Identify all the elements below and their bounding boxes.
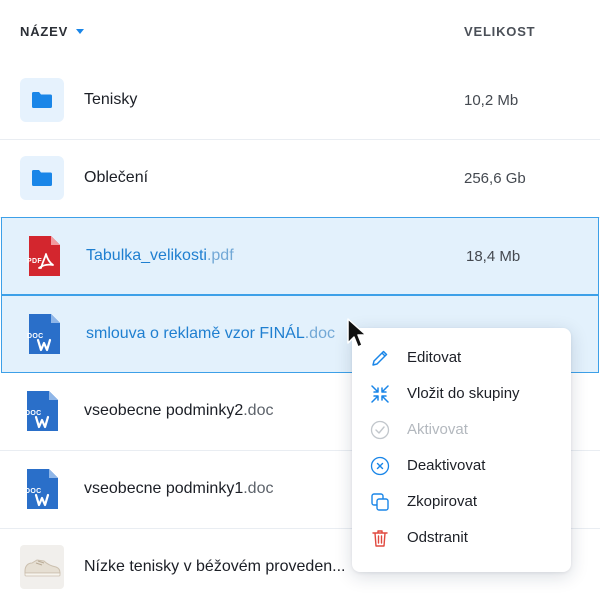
word-file-icon: DOC (22, 312, 66, 356)
file-row[interactable]: Tenisky 10,2 Mb (0, 62, 600, 140)
file-name: Tabulka_velikosti.pdf (86, 247, 234, 264)
pencil-icon (372, 350, 388, 366)
menu-item-deactivate[interactable]: Deaktivovat (352, 448, 571, 484)
menu-item-label: Odstranit (407, 529, 468, 546)
context-menu: Editovat Vložit do skupiny Aktivovat Dea… (352, 328, 571, 572)
x-circle-icon (370, 456, 390, 476)
menu-item-label: Zkopirovat (407, 493, 478, 510)
menu-item-edit[interactable]: Editovat (352, 340, 571, 376)
file-name: vseobecne podminky2.doc (84, 402, 274, 419)
group-arrows-icon (371, 385, 389, 403)
copy-icon (371, 493, 389, 511)
folder-icon (20, 156, 64, 200)
menu-item-activate[interactable]: Aktivovat (352, 412, 571, 448)
sneaker-thumbnail (20, 545, 64, 589)
menu-item-copy[interactable]: Zkopirovat (352, 484, 571, 520)
mouse-cursor-icon (347, 318, 367, 348)
menu-item-label: Deaktivovat (407, 457, 486, 474)
menu-item-label: Vložit do skupiny (407, 385, 520, 402)
doc-badge: DOC (27, 333, 44, 340)
name-column-header[interactable]: NÁZEV (20, 24, 85, 39)
doc-badge: DOC (25, 488, 42, 495)
menu-item-delete[interactable]: Odstranit (352, 520, 571, 556)
file-row-selected[interactable]: PDF Tabulka_velikosti.pdf 18,4 Mb (1, 217, 599, 295)
name-column-label: NÁZEV (20, 24, 69, 39)
pdf-badge: PDF (27, 258, 42, 265)
pdf-file-icon: PDF (22, 234, 66, 278)
file-size: 10,2 Mb (464, 92, 519, 109)
file-size: 18,4 Mb (466, 248, 521, 265)
file-name: Nízke tenisky v béžovém proveden... (84, 558, 346, 575)
file-size: 256,6 Gb (464, 170, 526, 187)
file-row[interactable]: Oblečení 256,6 Gb (0, 140, 600, 218)
doc-badge: DOC (25, 410, 42, 417)
folder-icon (20, 78, 64, 122)
menu-item-label: Aktivovat (407, 421, 468, 438)
file-name: vseobecne podminky1.doc (84, 480, 274, 497)
menu-item-add-to-group[interactable]: Vložit do skupiny (352, 376, 571, 412)
file-name: smlouva o reklamě vzor FINÁL.doc (86, 325, 335, 342)
file-list-header: NÁZEV VELIKOST (0, 0, 600, 62)
word-file-icon: DOC (20, 467, 64, 511)
check-circle-icon (370, 420, 390, 440)
sort-caret-icon (76, 29, 85, 34)
file-name: Oblečení (84, 169, 149, 186)
word-file-icon: DOC (20, 389, 64, 433)
size-column-header[interactable]: VELIKOST (464, 24, 535, 39)
menu-item-label: Editovat (407, 349, 462, 366)
file-name: Tenisky (84, 91, 138, 108)
trash-icon (372, 530, 388, 547)
